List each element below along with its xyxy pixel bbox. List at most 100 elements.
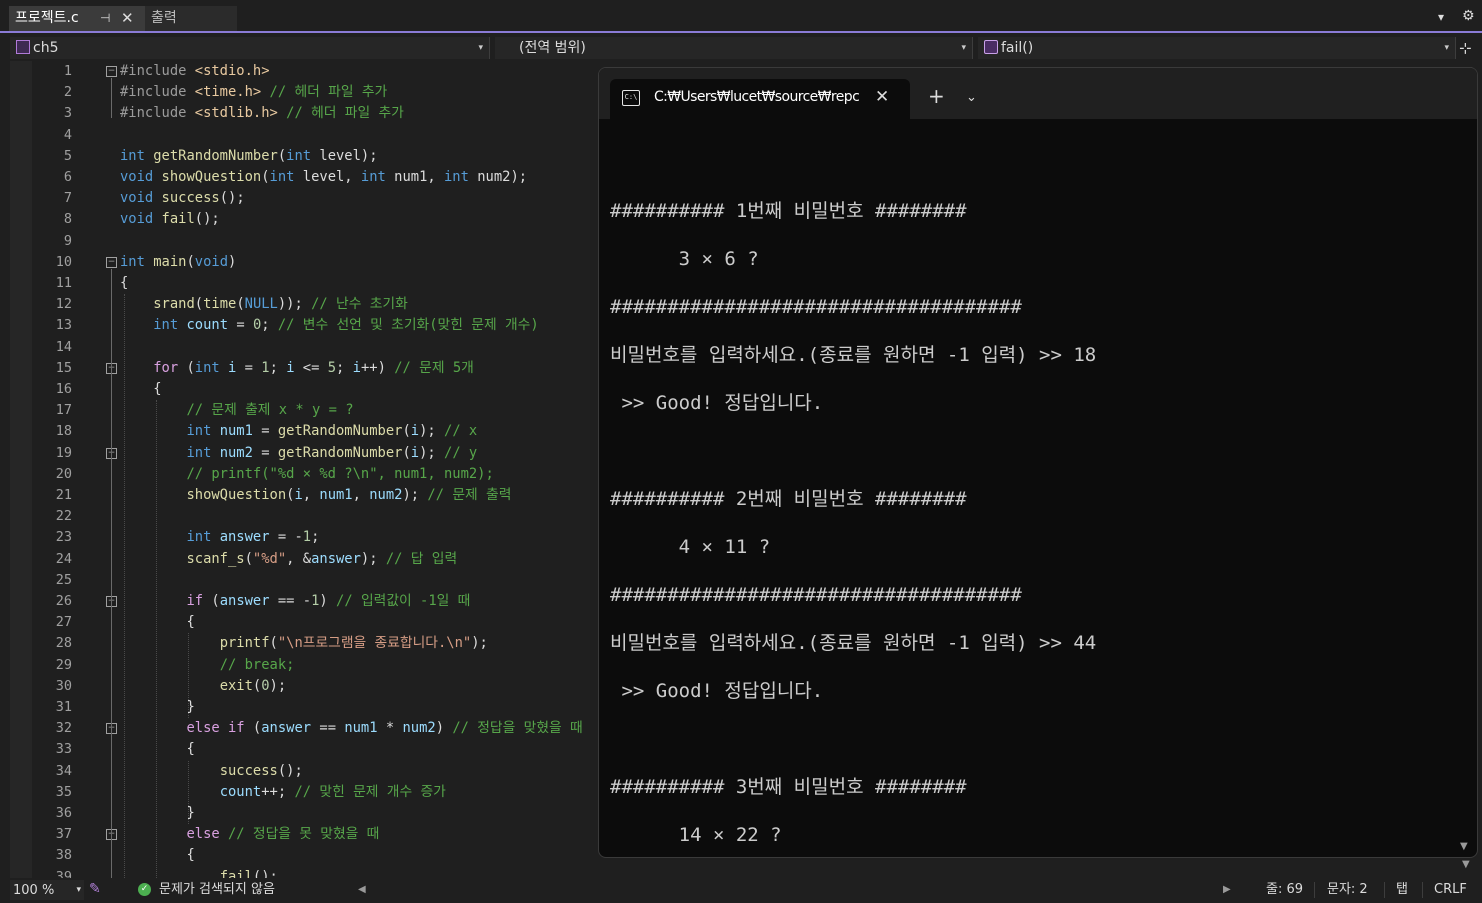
code-line: int num2 = getRandomNumber(i); // y bbox=[120, 443, 477, 464]
tab-output[interactable]: 출력 bbox=[145, 6, 237, 31]
output-line: 4 × 11 ? bbox=[610, 536, 771, 558]
code-line: void success(); bbox=[120, 188, 245, 209]
code-cleanup-icon[interactable]: ✎ bbox=[89, 879, 101, 900]
code-token: showQuestion bbox=[161, 169, 262, 185]
code-line: printf("\n프로그램을 종료합니다.\n"); bbox=[120, 633, 488, 654]
line-number: 32 bbox=[55, 720, 72, 737]
code-token: // 문제 5개 bbox=[385, 359, 474, 376]
scroll-right-arrow-icon[interactable]: ▶ bbox=[1223, 879, 1231, 900]
code-token: int bbox=[153, 317, 179, 334]
scroll-left-arrow-icon[interactable]: ◀ bbox=[358, 879, 366, 900]
collapse-region-icon[interactable]: − bbox=[106, 66, 117, 77]
project-selector[interactable]: ch5 ▾ bbox=[10, 37, 490, 59]
code-token: // 정답을 맞혔을 때 bbox=[444, 720, 583, 737]
tab-project-c[interactable]: 프로젝트.c ⊣ ✕ bbox=[9, 6, 145, 31]
code-token: ); bbox=[419, 423, 436, 440]
line-number: 11 bbox=[55, 275, 72, 291]
code-token: answer bbox=[219, 593, 270, 609]
code-token: ( bbox=[261, 169, 270, 185]
code-token: <stdio.h> bbox=[194, 63, 270, 79]
code-token: == bbox=[311, 720, 345, 737]
code-token: (); bbox=[219, 190, 245, 207]
code-line: #include <stdlib.h> // 헤더 파일 추가 bbox=[120, 103, 404, 124]
code-token: 0 bbox=[261, 677, 270, 694]
code-token: ++; bbox=[261, 783, 287, 800]
code-token: i bbox=[352, 359, 361, 376]
gear-icon[interactable]: ⚙ bbox=[1462, 8, 1475, 24]
code-token: , bbox=[352, 487, 370, 503]
status-separator bbox=[1384, 882, 1385, 898]
code-line: exit(0); bbox=[120, 676, 286, 697]
output-line: >> Good! 정답입니다. bbox=[610, 392, 824, 414]
close-icon[interactable]: ✕ bbox=[121, 6, 134, 31]
scope-selector-value: (전역 범위) bbox=[519, 40, 586, 56]
code-token: // 난수 초기화 bbox=[302, 296, 408, 313]
code-token: printf bbox=[219, 635, 270, 652]
code-token: ; bbox=[336, 359, 353, 376]
function-selector[interactable]: fail() ▾ bbox=[978, 37, 1456, 59]
code-line: #include <time.h> // 헤더 파일 추가 bbox=[120, 82, 387, 103]
line-ending-indicator[interactable]: CRLF bbox=[1434, 879, 1467, 900]
line-number: 5 bbox=[63, 147, 72, 164]
code-token: ); bbox=[402, 487, 420, 503]
tab-list-dropdown-icon[interactable]: ▾ bbox=[1438, 10, 1444, 24]
scope-selector[interactable]: (전역 범위) ▾ bbox=[495, 37, 973, 59]
terminal-output[interactable]: ########## 1번째 비밀번호 ######## 3 × 6 ? ###… bbox=[599, 119, 1477, 857]
line-number: 37 bbox=[55, 826, 72, 843]
code-token: ; bbox=[261, 317, 270, 334]
zoom-level-selector[interactable]: 100 % ▾ bbox=[10, 880, 84, 900]
code-token: success bbox=[161, 190, 220, 207]
code-token: ( bbox=[402, 444, 411, 461]
code-token: ; bbox=[311, 529, 320, 546]
line-number: 19 bbox=[55, 444, 72, 461]
code-token: 1 bbox=[261, 359, 270, 376]
code-token: void bbox=[120, 211, 154, 228]
line-number: 31 bbox=[55, 699, 72, 715]
cursor-column-indicator[interactable]: 문자: 2 bbox=[1327, 879, 1368, 900]
code-token: ) bbox=[228, 253, 237, 270]
split-window-icon[interactable]: ⊹ bbox=[1459, 39, 1472, 57]
code-token: 5 bbox=[327, 359, 337, 376]
scroll-down-arrow-icon[interactable]: ▼ bbox=[1460, 841, 1468, 852]
line-number: 16 bbox=[55, 381, 72, 397]
code-token: time bbox=[203, 296, 237, 313]
code-line: #include <stdio.h> bbox=[120, 61, 270, 82]
indentation-mode-indicator[interactable]: 탭 bbox=[1396, 879, 1408, 900]
terminal-window[interactable]: C:\ C:₩Users₩lucet₩source₩repc ✕ + ⌄ ###… bbox=[598, 67, 1478, 858]
line-number: 17 bbox=[55, 402, 72, 419]
code-token: // 문제 출력 bbox=[419, 487, 512, 503]
code-line: void showQuestion(int level, int num1, i… bbox=[120, 167, 527, 188]
pin-icon[interactable]: ⊣ bbox=[100, 6, 110, 31]
code-token: ( bbox=[244, 720, 262, 737]
code-line: success(); bbox=[120, 761, 303, 782]
code-token: ( bbox=[194, 296, 204, 313]
code-token: // 변수 선언 및 초기화(맞힌 문제 개수) bbox=[269, 317, 539, 334]
chevron-down-icon[interactable]: ⌄ bbox=[966, 90, 977, 105]
issues-status[interactable]: 문제가 검색되지 않음 bbox=[159, 879, 275, 900]
code-token: getRandomNumber bbox=[277, 444, 403, 461]
code-token: ); bbox=[419, 444, 436, 461]
code-token: void bbox=[194, 253, 229, 270]
cursor-line-indicator[interactable]: 줄: 69 bbox=[1266, 879, 1303, 900]
code-token: num1 bbox=[219, 423, 253, 440]
terminal-tab[interactable]: C:\ C:₩Users₩lucet₩source₩repc ✕ bbox=[610, 79, 910, 119]
terminal-tab-title: C:₩Users₩lucet₩source₩repc bbox=[654, 89, 860, 105]
code-token: ( bbox=[277, 147, 287, 164]
scroll-down-arrow-icon[interactable]: ▼ bbox=[1462, 859, 1470, 870]
code-token: answer bbox=[219, 529, 270, 546]
close-icon[interactable]: ✕ bbox=[875, 87, 889, 107]
code-token: ( bbox=[203, 593, 220, 609]
collapse-region-icon[interactable]: − bbox=[106, 256, 117, 268]
new-tab-plus-icon[interactable]: + bbox=[928, 86, 945, 106]
code-line: } bbox=[120, 803, 194, 824]
code-token: num1 bbox=[344, 720, 378, 737]
code-token: level, bbox=[294, 169, 361, 185]
code-token: int bbox=[186, 444, 212, 461]
code-token: num1, bbox=[385, 169, 444, 185]
code-token: ); bbox=[471, 635, 488, 652]
